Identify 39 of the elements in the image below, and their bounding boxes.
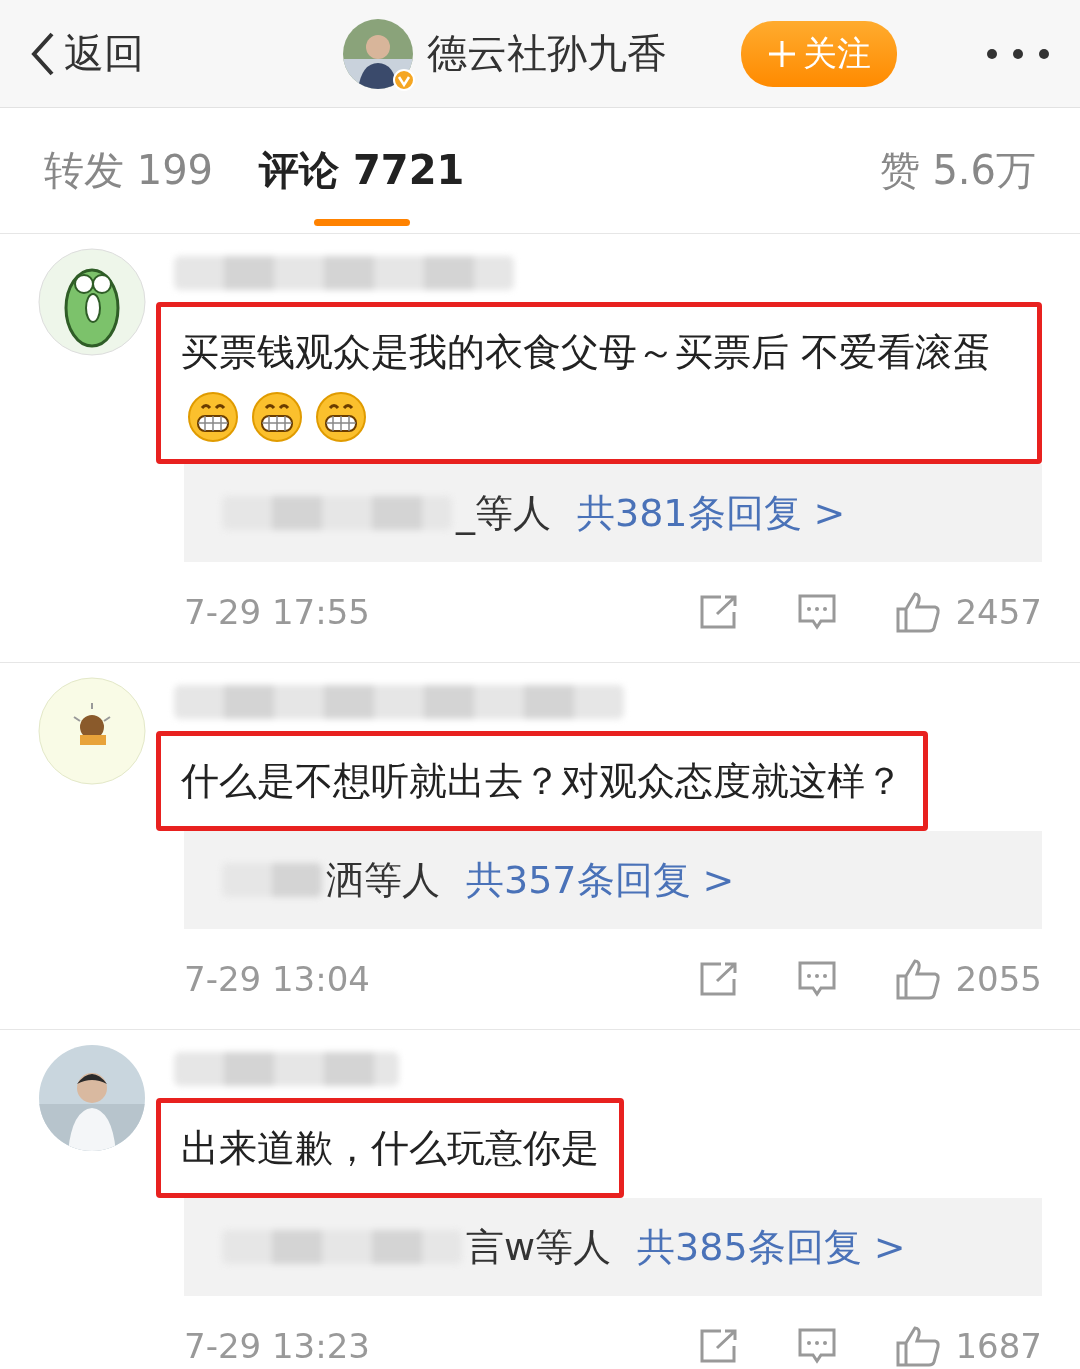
thumbs-up-icon [895,591,942,633]
comment-time: 7-29 13:23 [184,1326,371,1366]
comment-button[interactable] [797,1327,838,1365]
like-button[interactable]: 1687 [895,1325,1042,1367]
comment-icon [797,1327,838,1365]
share-button[interactable] [699,1328,740,1364]
comment-text: 出来道歉，什么玩意你是 [156,1098,624,1198]
thumbs-up-icon [895,958,942,1000]
share-icon [699,961,740,997]
more-icon[interactable] [986,47,1050,60]
grin-emoji-icon [251,390,303,443]
thumbs-up-icon [895,1325,942,1367]
comment-icon [797,960,838,998]
comment-time: 7-29 13:04 [184,959,371,999]
comment-text: 什么是不想听就出去？对观众态度就这样？ [156,731,928,831]
repliers-text: _等人 [456,489,551,537]
repliers-text: 言w等人 [466,1223,612,1271]
replies-link[interactable]: 共381条回复 > [577,487,846,539]
comment-button[interactable] [797,593,838,631]
like-button[interactable]: 2055 [895,958,1042,1000]
back-button[interactable]: 返回 [30,26,144,81]
likes-total: 赞 5.6万 [879,146,1036,195]
grin-emoji-icon [315,390,367,443]
grin-emoji-icon [187,390,239,443]
plus-icon [767,38,797,69]
share-icon [699,1328,740,1364]
replies-link[interactable]: 共357条回复 > [466,854,735,906]
like-button[interactable]: 2457 [895,591,1042,633]
comment-button[interactable] [797,960,838,998]
share-button[interactable] [699,961,740,997]
tab[interactable]: 转发 199 [44,107,214,234]
tab[interactable]: 评论 7721 [259,107,465,234]
comment-time: 7-29 17:55 [184,592,371,632]
account-name: 德云社孙九香 [427,29,667,78]
comment-icon [797,593,838,631]
share-button[interactable] [699,594,740,630]
replies-link[interactable]: 共385条回复 > [637,1221,906,1273]
repliers-text: 洒等人 [326,856,440,904]
share-icon [699,594,740,630]
